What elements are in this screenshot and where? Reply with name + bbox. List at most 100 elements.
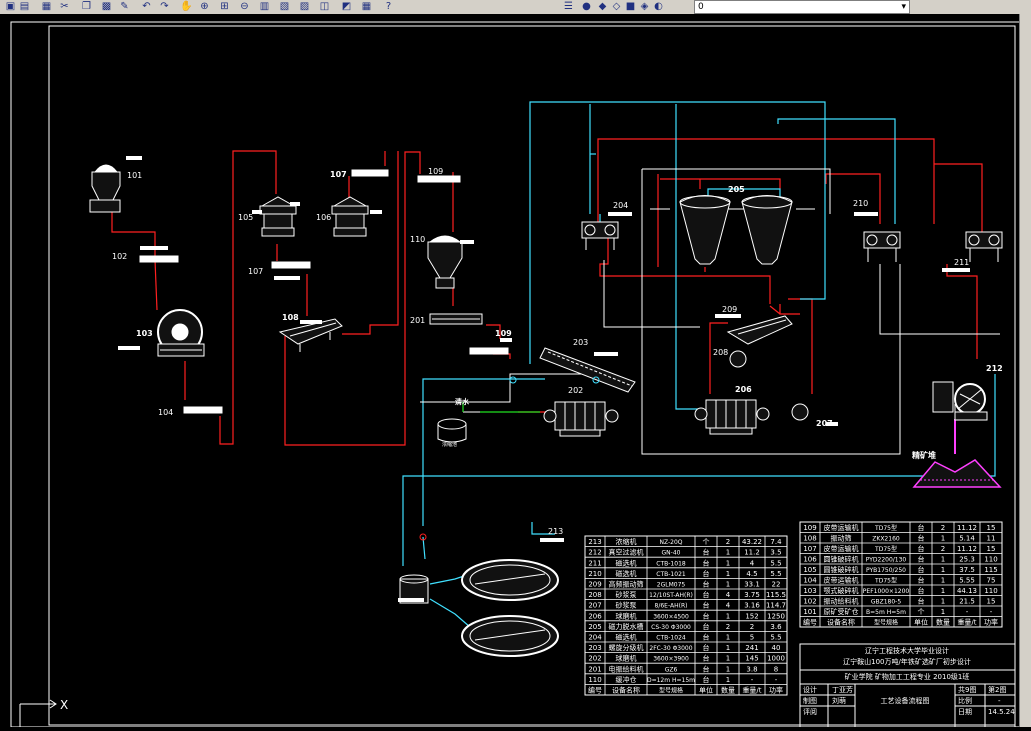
table-cell: 107: [803, 545, 816, 553]
open-icon[interactable]: ▣: [4, 1, 17, 13]
table-row: 209 高频振动筛 2GLM075 台 1 33.1 22: [588, 580, 780, 589]
layer-on-icon[interactable]: ●: [580, 1, 593, 13]
layer-lock-icon[interactable]: ◇: [610, 1, 623, 13]
table-cell: 台: [703, 601, 710, 610]
help-icon[interactable]: ?: [382, 1, 395, 13]
copy-icon[interactable]: ❐: [80, 1, 93, 13]
table-cell: 台: [918, 597, 925, 606]
draw-name: 刘萌: [832, 696, 846, 705]
table-cell: 台: [918, 565, 925, 574]
table-row: 101 原矿受矿仓 B=5m H=5m 个 1 - -: [803, 607, 992, 616]
table-cell: 皮带运输机: [824, 544, 859, 553]
table-cell: 8: [774, 665, 778, 673]
layer-color-icon[interactable]: ■: [624, 1, 637, 13]
calc-icon[interactable]: ▦: [360, 1, 373, 13]
markup-icon[interactable]: ◩: [340, 1, 353, 13]
drawing-title: 工艺设备流程图: [881, 696, 930, 705]
drawing-canvas[interactable]: 101 102 103 104 105 106 107 107 108 109 …: [0, 14, 1031, 728]
layer-manager-icon[interactable]: ☰: [562, 1, 575, 13]
table-cell: 2GLM075: [657, 582, 686, 589]
table-cell: 115.5: [766, 591, 786, 599]
table-cell: 圆锥破碎机: [824, 565, 859, 574]
table-cell: 1: [941, 535, 945, 543]
design-center-icon[interactable]: ▧: [278, 1, 291, 13]
table-cell: 磁选机: [616, 558, 637, 567]
date-value: 14.5.24: [988, 708, 1015, 716]
table-cell: 功率: [984, 618, 998, 627]
table-cell: 台: [703, 611, 710, 620]
table-cell: CTB-1024: [656, 635, 686, 642]
table-cell: 104: [803, 577, 817, 585]
table-cell: 22: [772, 581, 781, 589]
undo-icon[interactable]: ↶: [140, 1, 153, 13]
table-cell: 209: [588, 581, 601, 589]
table-cell: 球磨机: [616, 654, 637, 663]
layer-state-icon[interactable]: ◈: [638, 1, 651, 13]
pan-icon[interactable]: ✋: [180, 1, 193, 13]
table-cell: 皮带运输机: [824, 576, 859, 585]
table-cell: PYB1750/250: [866, 567, 906, 574]
table-cell: 螺旋分级机: [609, 643, 644, 652]
table-cell: PEF1000×1200: [863, 588, 910, 595]
label-213: 213: [548, 527, 563, 536]
layer-dropdown[interactable]: 0 ▾: [694, 0, 910, 14]
water-feed-line: [462, 402, 540, 413]
table-cell: 205: [588, 623, 601, 631]
table-cell: -: [990, 608, 993, 616]
table-row: 102 振动给料机 GBZ180-5 台 1 21.5 15: [803, 597, 995, 606]
zoom-realtime-icon[interactable]: ⊕: [198, 1, 211, 13]
zoom-previous-icon[interactable]: ⊖: [238, 1, 251, 13]
layer-freeze-icon[interactable]: ◆: [596, 1, 609, 13]
table-cell: 4: [726, 602, 731, 610]
scale-value: -: [998, 697, 1001, 705]
vertical-scrollbar[interactable]: [1019, 14, 1031, 727]
match-icon[interactable]: ✎: [118, 1, 131, 13]
table-left-header: 编号 设备名称 型号规格 单位 数量 重量/t 功率: [588, 686, 783, 695]
table-cell: 15: [987, 545, 996, 553]
table-cell: 204: [588, 634, 602, 642]
table-cell: 砂浆泵: [616, 590, 637, 599]
table-cell: 1: [726, 581, 730, 589]
save-icon[interactable]: ▤: [18, 1, 31, 13]
table-row: 110 缓冲仓 D=12m H=15m 台 1 - -: [588, 675, 777, 684]
table-cell: 15: [987, 524, 996, 532]
belt-104: [183, 406, 223, 414]
tool-palette-icon[interactable]: ▨: [298, 1, 311, 13]
layer-previous-icon[interactable]: ◐: [652, 1, 665, 13]
table-cell: 3.5: [770, 549, 781, 557]
plot-icon[interactable]: ▦: [40, 1, 53, 13]
table-cell: 145: [745, 655, 758, 663]
table-cell: 2: [726, 538, 730, 546]
label-210: 210: [853, 199, 868, 208]
table-row: 201 电振给料机 GZ6 台 1 3.8 8: [588, 664, 778, 673]
table-cell: GBZ180-5: [871, 599, 901, 606]
properties-icon[interactable]: ▥: [258, 1, 271, 13]
table-cell: 110: [984, 556, 997, 564]
sheet-set-icon[interactable]: ◫: [318, 1, 331, 13]
table-cell: 2: [726, 623, 730, 631]
school-name: 辽宁工程技术大学毕业设计: [865, 646, 949, 655]
table-cell: -: [751, 676, 754, 684]
table-cell: 212: [588, 549, 601, 557]
table-cell: 台: [703, 633, 710, 642]
table-cell: 5.55: [959, 577, 975, 585]
table-cell: 台: [703, 622, 710, 631]
table-cell: 43.22: [742, 538, 762, 546]
cut-icon[interactable]: ✂: [58, 1, 71, 13]
paste-icon[interactable]: ▩: [100, 1, 113, 13]
table-cell: 202: [588, 655, 601, 663]
chevron-down-icon[interactable]: ▾: [898, 1, 906, 13]
table-cell: 功率: [769, 686, 783, 695]
table-row: 106 圆锥破碎机 PYD2200/130 台 1 25.3 110: [803, 555, 997, 564]
table-cell: 152: [745, 612, 758, 620]
redo-icon[interactable]: ↷: [158, 1, 171, 13]
table-cell: B=5m H=5m: [866, 609, 906, 616]
table-cell: 数量: [936, 618, 950, 627]
table-cell: 电振给料机: [609, 664, 644, 673]
magnetic-separator-210: [863, 231, 901, 262]
table-cell: 15: [987, 598, 996, 606]
table-cell: 原矿受矿仓: [824, 607, 859, 616]
zoom-window-icon[interactable]: ⊞: [218, 1, 231, 13]
table-cell: 2: [750, 623, 754, 631]
table-cell: 台: [703, 664, 710, 673]
